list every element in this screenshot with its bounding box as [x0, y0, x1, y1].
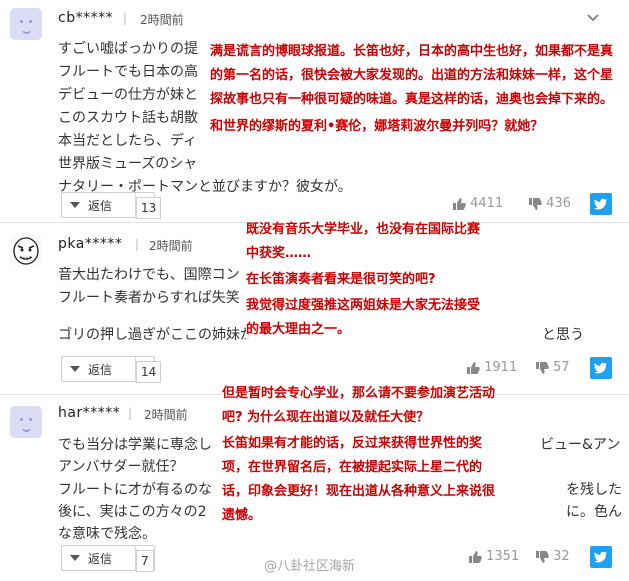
thumbs-up-icon — [469, 550, 482, 563]
translation-overlay-line: 的第一名的话，很快会被大家发现的。出道的方法和妹妹一样，这个星 — [210, 64, 614, 88]
translation-overlay-line: 遗憾。 — [222, 504, 262, 528]
thumbs-down-icon — [529, 197, 542, 210]
watermark: @八卦社区海新 — [264, 559, 356, 574]
timestamp: 2時間前 — [144, 408, 188, 422]
comment-text-line: デビューの仕方が妹と — [58, 87, 198, 103]
comment-3: har***** | 2時間前 でも当分は学業に専念し アンバサダー就任？ フル… — [0, 382, 629, 581]
meme-face-icon — [13, 237, 39, 265]
upvote-button[interactable]: 4411 — [452, 196, 503, 211]
downvote-button[interactable]: 57 — [535, 360, 570, 375]
twitter-bird-icon — [594, 551, 607, 563]
twitter-share-button[interactable] — [590, 193, 612, 215]
caret-down-icon — [70, 366, 80, 372]
avatar[interactable] — [10, 8, 42, 40]
thumbs-up-icon — [453, 197, 466, 210]
translation-overlay-line: 我觉得过度强推这两姐妹是大家无法接受 — [246, 294, 481, 318]
chevron-down-icon[interactable] — [587, 14, 599, 22]
username[interactable]: pka***** — [58, 236, 122, 252]
comment-text-line: アンバサダー就任？ — [58, 459, 184, 475]
reply-label: 返信 — [88, 199, 113, 213]
reply-count[interactable]: 14 — [136, 361, 162, 383]
username[interactable]: har***** — [58, 405, 120, 421]
twitter-bird-icon — [594, 362, 607, 374]
translation-overlay-line: 项，在世界留名后，在被提起实际上星二代的 — [222, 456, 483, 480]
username[interactable]: cb***** — [58, 10, 113, 26]
caret-down-icon — [70, 555, 80, 561]
comment-text-line: フルート奏者からすれば失笑 — [58, 290, 240, 306]
translation-overlay-line: 长笛如果有才能的话，反过来获得世界性的奖 — [222, 432, 483, 456]
comment-text-line: このスカウト話も胡散 — [58, 110, 198, 126]
comment-text-line: 後に、実はこの方々の2 — [58, 504, 207, 520]
downvote-count: 57 — [553, 360, 570, 375]
thumbs-down-icon — [536, 361, 549, 374]
translation-overlay-line: 吧? 为什么现在出道以及就任大使？ — [222, 406, 430, 430]
reply-label: 返信 — [88, 552, 113, 566]
downvote-button[interactable]: 32 — [535, 549, 570, 564]
comment-text-line: と思う — [542, 327, 584, 343]
timestamp: 2時間前 — [140, 13, 184, 27]
upvote-button[interactable]: 1351 — [468, 549, 519, 564]
avatar[interactable] — [10, 406, 42, 438]
translation-overlay-line: 探故事也只有一种很可疑的味道。真是这样的话，迪奥也会掉下来的。 — [210, 88, 614, 112]
comment-text-fragment: に。色ん — [566, 504, 622, 520]
translation-overlay-line: 中获奖…… — [246, 242, 312, 266]
caret-down-icon — [70, 202, 80, 208]
translation-overlay-line: 话，印象会更好！现在出道从各种意义上来说很 — [222, 480, 496, 504]
comment-text-line: でも当分は学業に専念し — [58, 437, 212, 453]
reply-count[interactable]: 13 — [136, 197, 162, 219]
meta-separator: | — [123, 11, 128, 25]
upvote-count: 1911 — [484, 360, 518, 375]
translation-overlay-line: 既没有音乐大学毕业，也没有在国际比赛 — [246, 218, 481, 242]
thumbs-down-icon — [536, 550, 549, 563]
downvote-button[interactable]: 436 — [528, 196, 571, 211]
comment-text-line: 音大出たわけでも、国際コン — [58, 267, 240, 283]
avatar[interactable] — [10, 234, 42, 266]
downvote-count: 436 — [546, 196, 571, 211]
comment-text-line: な意味で残念。 — [58, 526, 156, 542]
meta-separator: | — [135, 237, 140, 251]
comment-2: pka***** | 2時間前 音大出たわけでも、国際コン フルート奏者からすれ… — [0, 218, 629, 394]
comment-text-line: フルートでも日本の高 — [58, 64, 198, 80]
translation-overlay-line: 满是谎言的博眼球报道。长笛也好，日本的高中生也好，如果都不是真 — [210, 40, 614, 64]
reply-label: 返信 — [88, 363, 113, 377]
thumbs-up-icon — [467, 361, 480, 374]
twitter-bird-icon — [594, 198, 607, 210]
comment-text-line: 本当だとしたら、ディ — [58, 133, 198, 149]
translation-overlay-line: 在长笛演奏者看来是很可笑的吧? — [246, 268, 436, 292]
comment-text-line: 世界版ミューズのシャ — [58, 156, 198, 172]
upvote-count: 4411 — [470, 196, 504, 211]
upvote-count: 1351 — [486, 549, 520, 564]
comment-text-line: すごい嘘ばっかりの提 — [58, 41, 198, 57]
translation-overlay-line: 但是暂时会专心学业，那么请不要参加演艺活动 — [222, 382, 496, 406]
reply-count[interactable]: 7 — [136, 550, 154, 572]
comment-text-line: ゴリの押し過ぎがここの姉妹が — [58, 327, 254, 343]
translation-overlay-line: 和世界的缪斯的夏利•赛伦，娜塔莉波尔曼并列吗？就她？ — [210, 115, 544, 139]
comment-1: cb***** | 2時間前 すごい嘘ばっかりの提 フルートでも日本の高 デビュ… — [0, 0, 629, 222]
translation-overlay-line: 的最大理由之一。 — [246, 318, 351, 342]
comment-text-line: フルートに才が有るのな — [58, 482, 212, 498]
meta-separator: | — [128, 406, 133, 420]
comment-text-fragment: を残した — [566, 482, 622, 498]
twitter-share-button[interactable] — [590, 546, 612, 568]
upvote-button[interactable]: 1911 — [466, 360, 517, 375]
timestamp: 2時間前 — [149, 239, 193, 253]
comment-text-fragment: ビュー&アン — [540, 437, 621, 453]
downvote-count: 32 — [553, 549, 570, 564]
twitter-share-button[interactable] — [590, 357, 612, 379]
